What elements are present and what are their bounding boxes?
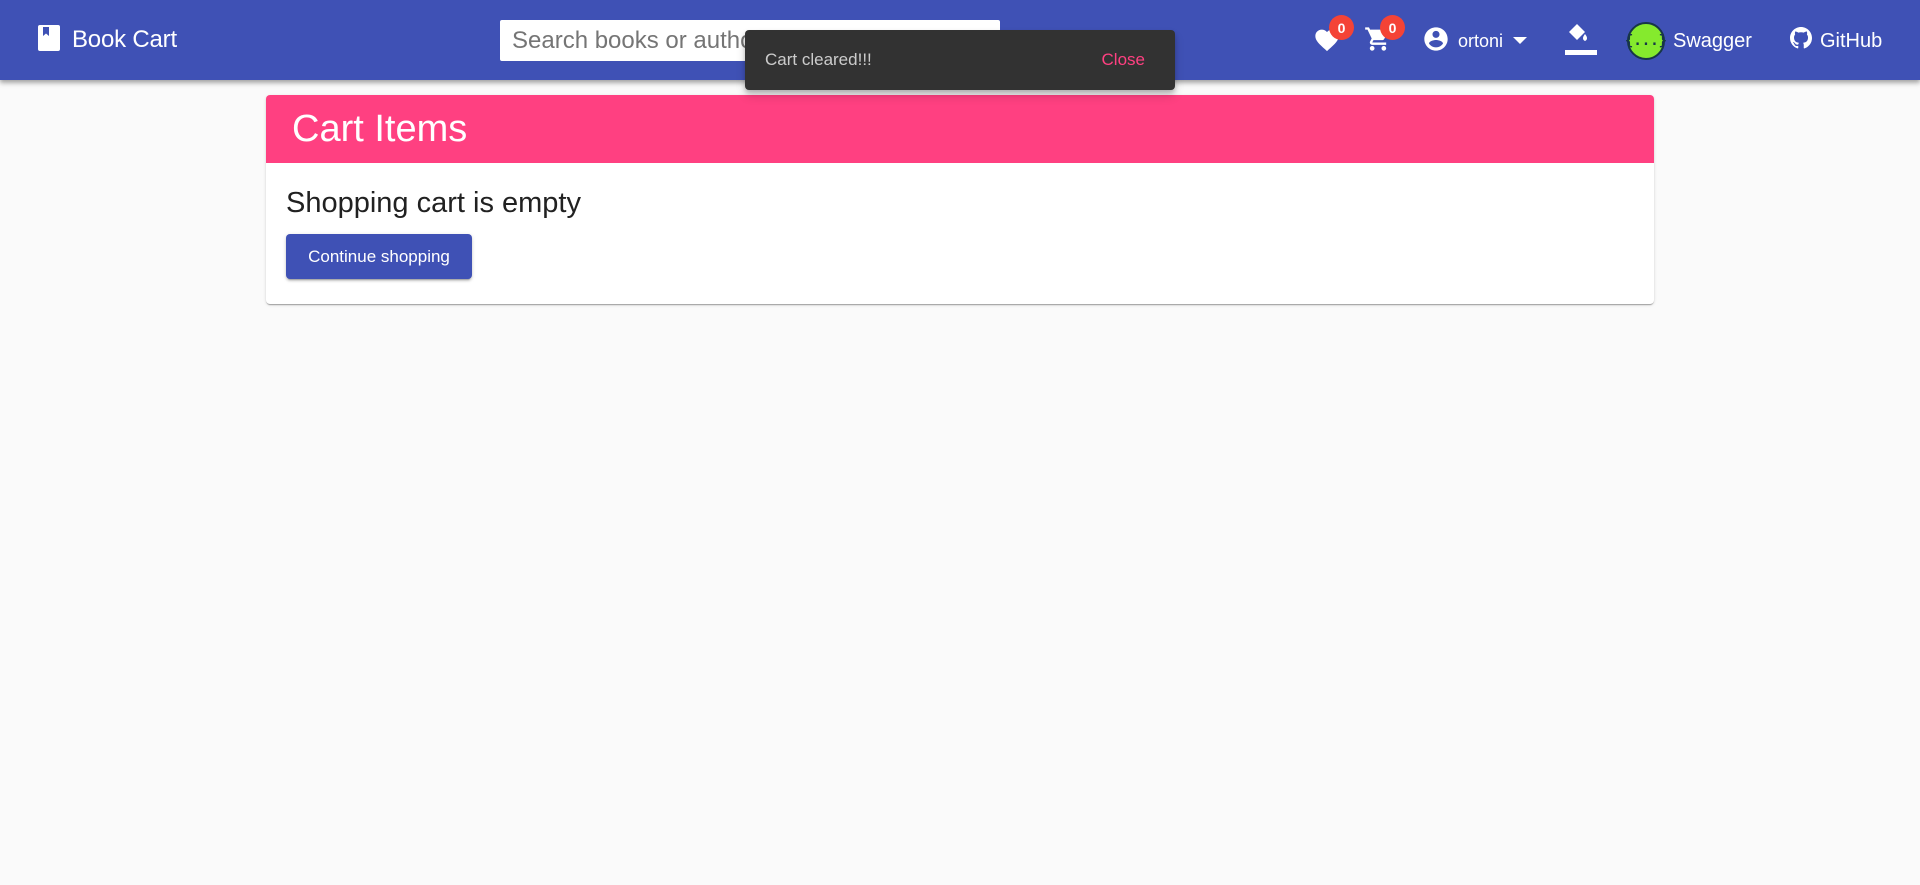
swagger-link[interactable]: {...} Swagger [1625,21,1752,61]
user-menu-button[interactable]: ortoni [1422,25,1528,58]
brand-link[interactable]: Book Cart [38,22,177,58]
theme-picker-button[interactable] [1565,22,1597,61]
wishlist-count-badge: 0 [1329,15,1354,40]
wishlist-button[interactable]: 0 [1313,15,1354,54]
cart-button[interactable]: 0 [1364,15,1405,54]
github-label: GitHub [1820,29,1883,52]
book-icon [38,24,60,56]
github-link[interactable]: GitHub [1790,26,1882,56]
continue-shopping-button[interactable]: Continue shopping [286,234,472,279]
cart-card-header: Cart Items [266,95,1654,163]
snackbar-message: Cart cleared!!! [765,50,872,69]
cart-count-badge: 0 [1380,15,1405,40]
caret-down-icon [1513,32,1528,50]
cart-card: Cart Items Shopping cart is empty Contin… [266,95,1654,304]
github-icon [1790,27,1812,55]
swagger-label: Swagger [1673,29,1752,52]
snackbar-close-button[interactable]: Close [1102,50,1145,70]
account-circle-icon [1422,25,1450,58]
cart-card-body: Shopping cart is empty Continue shopping [266,163,1654,303]
empty-cart-message: Shopping cart is empty [286,187,581,219]
snackbar: Cart cleared!!! Close [745,30,1175,90]
brand-label: Book Cart [72,26,177,53]
swagger-icon: {...} [1625,22,1667,60]
cart-title: Cart Items [292,107,468,150]
paint-bucket-icon [1565,22,1597,61]
username-label: ortoni [1458,30,1504,51]
